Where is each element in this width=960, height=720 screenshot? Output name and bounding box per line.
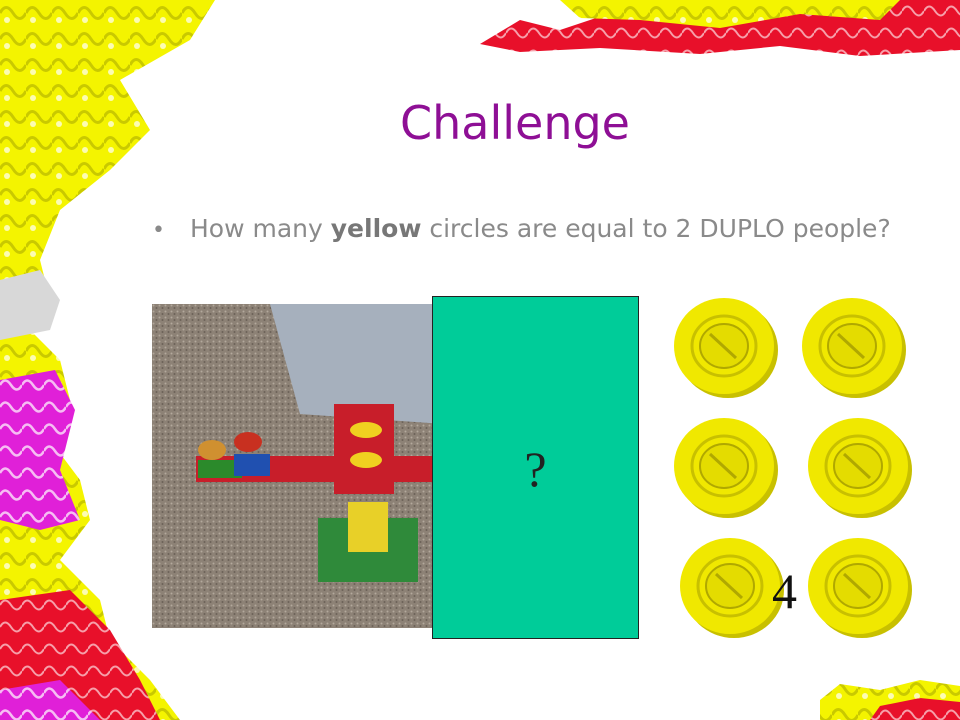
yellow-circle-6 <box>808 538 912 638</box>
bullet-dot: • <box>152 218 165 243</box>
yellow-circle-1 <box>674 298 778 398</box>
yellow-circle-5 <box>680 538 784 638</box>
bullet-text-bold: yellow <box>330 214 422 243</box>
answer-count-label: 4 <box>772 563 797 619</box>
bullet-text-post: circles are equal to 2 DUPLO people? <box>421 214 891 243</box>
duplo-scale-photo <box>152 304 444 628</box>
question-mark-label: ? <box>524 441 547 497</box>
bullet-question: • How many yellow circles are equal to 2 … <box>152 214 891 243</box>
bullet-text-pre: How many <box>190 214 331 243</box>
yellow-circle-2 <box>802 298 906 398</box>
yellow-circle-3 <box>674 418 778 518</box>
yellow-circle-4 <box>808 418 912 518</box>
slide-title: Challenge <box>400 96 630 150</box>
